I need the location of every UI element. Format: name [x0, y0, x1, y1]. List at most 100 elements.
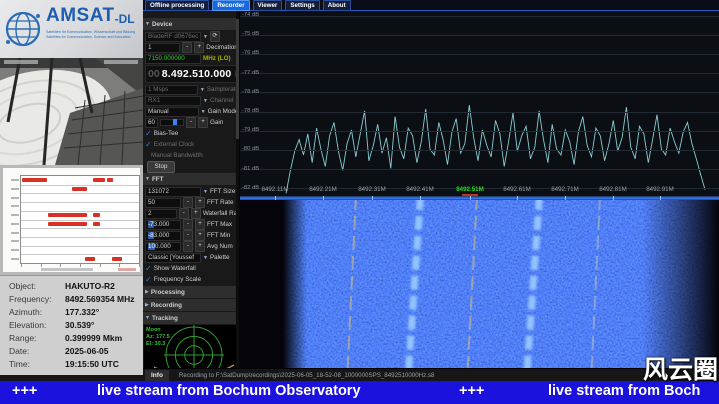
- info-row-frequency: Frequency:8492.569354 MHz: [9, 294, 141, 307]
- checkbox-show-waterfall[interactable]: ✓: [145, 264, 152, 273]
- waterfall-display[interactable]: [240, 200, 719, 368]
- object-info-panel: Object:HAKUTO-R2Frequency:8492.569354 MH…: [0, 275, 143, 376]
- db-axis-label: -74 dB: [242, 12, 259, 18]
- dish-webcam-view: [0, 58, 143, 165]
- pass-chart-ytick: [11, 258, 19, 260]
- ticker-plus-left: +++: [12, 383, 37, 399]
- fft-rate-input[interactable]: 50: [145, 198, 181, 208]
- decimation-input[interactable]: 1: [145, 43, 180, 53]
- plus-button[interactable]: +: [195, 230, 205, 241]
- row-manual-bandwidth: Manual Bandwidth: [143, 150, 239, 161]
- minus-button[interactable]: -: [183, 230, 193, 241]
- caret-down-icon[interactable]: ▼: [145, 176, 150, 182]
- selected-text: 10: [148, 243, 155, 250]
- gain-value[interactable]: 60: [145, 118, 158, 128]
- panel-scrollbar-thumb[interactable]: [236, 19, 239, 139]
- row-gain: 60-+Gain: [143, 117, 239, 128]
- row-fft-max: -73.000-+FFT Max: [143, 219, 239, 230]
- pass-chart-bar: [85, 257, 96, 261]
- pass-chart-ytick: [11, 249, 19, 251]
- caret-down-icon[interactable]: ▼: [145, 21, 150, 27]
- minus-button[interactable]: -: [183, 219, 193, 230]
- fft-max-input[interactable]: -73.000: [145, 220, 181, 230]
- chevron-down-icon[interactable]: ▼: [203, 98, 208, 104]
- pass-chart-ytick: [11, 188, 19, 190]
- pass-chart-ytick: [11, 179, 19, 181]
- minus-button[interactable]: -: [183, 197, 193, 208]
- chevron-down-icon[interactable]: ▼: [201, 109, 206, 115]
- pass-chart-bar: [93, 213, 100, 217]
- db-axis-label: -79 dB: [242, 127, 259, 133]
- row-fft-rate: 50-+FFT Rate: [143, 197, 239, 208]
- gain-slider[interactable]: [160, 119, 184, 126]
- channel-select[interactable]: RX1: [145, 96, 201, 106]
- chevron-down-icon[interactable]: ▼: [203, 189, 208, 195]
- logo-title: AMSAT: [46, 6, 115, 26]
- channel-label: Channel: [210, 97, 237, 104]
- stop-button[interactable]: Stop: [147, 161, 175, 173]
- info-label: Frequency:: [9, 294, 65, 307]
- device-select[interactable]: BladeRF d0676ec: [145, 32, 201, 42]
- db-axis-label: -76 dB: [242, 50, 259, 56]
- caret-down-icon[interactable]: ▼: [145, 315, 150, 321]
- plus-button[interactable]: +: [198, 117, 208, 128]
- waterfall-rate-label: Waterfall Rate: [203, 210, 237, 217]
- pass-chart-plot-area: [20, 175, 140, 264]
- row-fft[interactable]: ▼FFT: [143, 173, 239, 185]
- spectrum-gridline: [240, 112, 719, 113]
- row-stop: Stop: [143, 161, 239, 172]
- external-clock-label: External Clock: [154, 141, 237, 148]
- tab-offline-processing[interactable]: Offline processing: [145, 0, 209, 11]
- pass-chart-gridline: [21, 246, 139, 247]
- pass-chart-ytick: [11, 205, 19, 207]
- caret-right-icon[interactable]: ▶: [145, 302, 149, 308]
- palette-select[interactable]: Classic [Youssef: [145, 253, 201, 263]
- fft-size-select[interactable]: 131072: [145, 187, 201, 197]
- waterfall-rate-input[interactable]: 2: [145, 209, 177, 219]
- fft-size-label: FFT Size: [210, 188, 237, 195]
- tab-about[interactable]: About: [323, 0, 351, 11]
- pass-chart-gridline: [21, 237, 139, 238]
- caret-right-icon[interactable]: ▶: [145, 289, 149, 295]
- refresh-icon[interactable]: ⟳: [210, 31, 220, 42]
- db-axis-label: -77 dB: [242, 70, 259, 76]
- row-recording[interactable]: ▶Recording: [143, 299, 239, 311]
- chevron-down-icon[interactable]: ▼: [200, 87, 205, 93]
- tab-recorder[interactable]: Recorder: [212, 0, 249, 11]
- tab-settings[interactable]: Settings: [285, 0, 319, 11]
- freq-axis-label: 8492.91M: [646, 186, 674, 193]
- selected-text: -8: [148, 232, 154, 239]
- checkbox-frequency-scale[interactable]: ✓: [145, 275, 152, 284]
- plus-button[interactable]: +: [195, 197, 205, 208]
- fft-min-label: FFT Min: [207, 232, 237, 239]
- checkbox-external-clock[interactable]: ✓: [145, 140, 152, 149]
- minus-button[interactable]: -: [182, 42, 192, 53]
- panel-scrollbar[interactable]: [236, 11, 239, 368]
- gain-mode-select[interactable]: Manual: [145, 107, 199, 117]
- tab-viewer[interactable]: Viewer: [253, 0, 283, 11]
- pass-chart-legend: [118, 268, 136, 271]
- avg-num-input[interactable]: 100.000: [145, 242, 181, 252]
- plus-button[interactable]: +: [194, 42, 204, 53]
- samplerate-label: Samplerate: [207, 86, 237, 93]
- info-tab[interactable]: Info: [145, 370, 169, 381]
- fft-min-input[interactable]: -83.000: [145, 231, 181, 241]
- row-tracking[interactable]: ▼Tracking: [143, 312, 239, 324]
- db-axis-label: -78 dB: [242, 108, 259, 114]
- row-processing[interactable]: ▶Processing: [143, 286, 239, 298]
- lo-frequency-value[interactable]: 7150.000000: [145, 54, 201, 64]
- plus-button[interactable]: +: [195, 241, 205, 252]
- plus-button[interactable]: +: [195, 219, 205, 230]
- samplerate-select[interactable]: 1 Msps: [145, 85, 198, 95]
- fft-spectrum-display[interactable]: -74 dB-75 dB-76 dB-77 dB-78 dB-78 dB-79 …: [240, 11, 719, 196]
- row-device[interactable]: ▼Device: [143, 18, 239, 30]
- chevron-down-icon[interactable]: ▼: [203, 34, 208, 40]
- minus-button[interactable]: -: [186, 117, 196, 128]
- chevron-down-icon[interactable]: ▼: [203, 255, 208, 261]
- plus-button[interactable]: +: [191, 208, 201, 219]
- minus-button[interactable]: -: [179, 208, 189, 219]
- checkbox-bias-tee[interactable]: ✓: [145, 129, 152, 138]
- tuned-frequency-display[interactable]: 8.492.510.000: [162, 68, 232, 80]
- gain-slider-handle[interactable]: [173, 119, 177, 125]
- minus-button[interactable]: -: [183, 241, 193, 252]
